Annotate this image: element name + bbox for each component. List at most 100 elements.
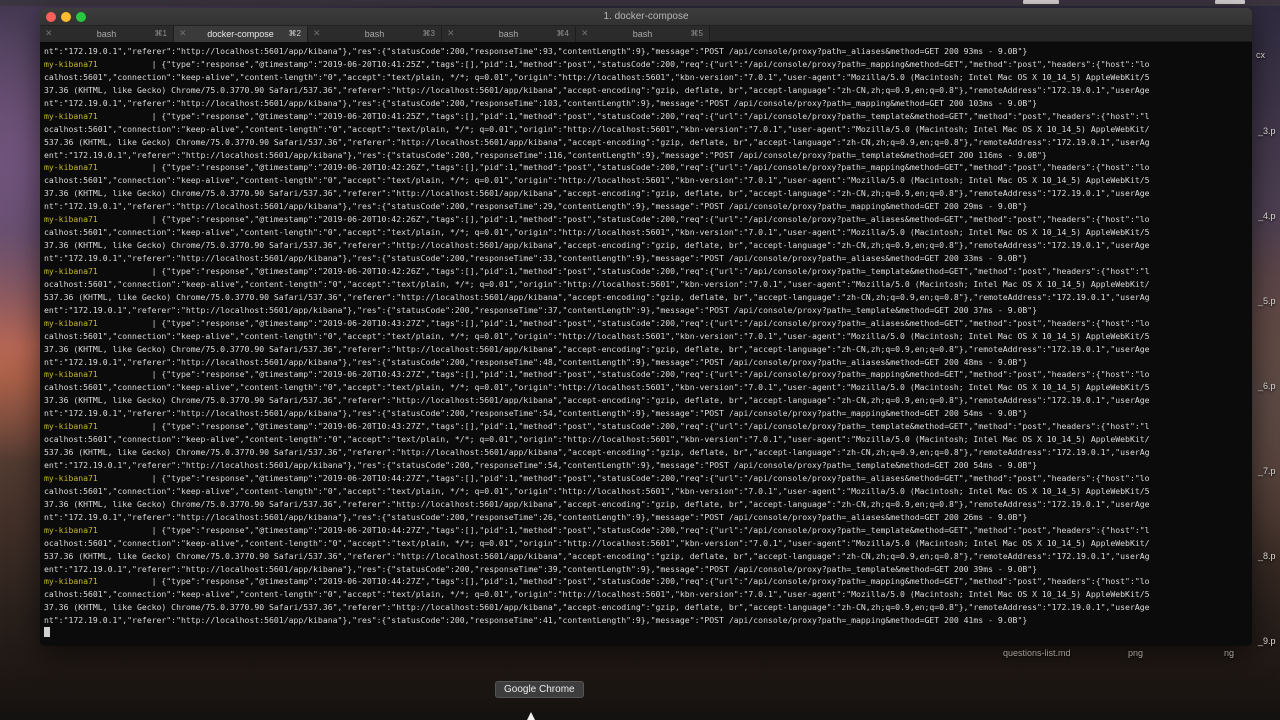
log-text: nt":"172.19.0.1","referer":"http://local… bbox=[44, 253, 1028, 263]
desktop-file-label[interactable]: _8.p bbox=[1258, 551, 1276, 561]
tab-label: bash bbox=[498, 29, 519, 39]
log-line: 37.36 (KHTML, like Gecko) Chrome/75.0.37… bbox=[44, 187, 1250, 200]
log-line: nt":"172.19.0.1","referer":"http://local… bbox=[44, 614, 1250, 627]
desktop-file-label[interactable]: _6.p bbox=[1258, 381, 1276, 391]
log-text: ocalhost:5601","connection":"keep-alive"… bbox=[44, 537, 1150, 548]
service-name: my-kibana71 bbox=[44, 265, 98, 276]
text-cursor bbox=[44, 627, 50, 638]
tab-docker-compose[interactable]: ✕ docker-compose ⌘2 bbox=[174, 26, 308, 42]
service-name: my-kibana71 bbox=[44, 214, 98, 225]
service-name: my-kibana71 bbox=[44, 576, 98, 587]
log-line: nt":"172.19.0.1","referer":"http://local… bbox=[44, 252, 1250, 265]
log-line: my-kibana71 | {"type":"response","@times… bbox=[44, 58, 1250, 71]
log-line: 37.36 (KHTML, like Gecko) Chrome/75.0.37… bbox=[44, 343, 1250, 356]
dock[interactable] bbox=[0, 712, 1280, 720]
menu-bar-item[interactable] bbox=[1023, 0, 1059, 4]
log-line: ocalhost:5601","connection":"keep-alive"… bbox=[44, 433, 1250, 446]
log-line: 537.36 (KHTML, like Gecko) Chrome/75.0.3… bbox=[44, 550, 1250, 563]
desktop-file-label[interactable]: _7.p bbox=[1258, 466, 1276, 476]
tab-bar: ✕ bash ⌘1 ✕ docker-compose ⌘2 ✕ bash ⌘3 … bbox=[40, 26, 1252, 42]
menu-bar-item[interactable] bbox=[1215, 0, 1245, 4]
tab-shortcut: ⌘4 bbox=[556, 29, 569, 38]
log-line: calhost:5601","connection":"keep-alive",… bbox=[44, 485, 1250, 498]
log-text: ent":"172.19.0.1","referer":"http://loca… bbox=[44, 304, 1038, 315]
log-text: ent":"172.19.0.1","referer":"http://loca… bbox=[44, 149, 1047, 160]
log-text: | {"type":"response","@timestamp":"2019-… bbox=[97, 110, 1150, 121]
log-line: my-kibana71 | {"type":"response","@times… bbox=[44, 368, 1250, 381]
log-text: 37.36 (KHTML, like Gecko) Chrome/75.0.37… bbox=[44, 498, 1150, 509]
log-text: | {"type":"response","@timestamp":"2019-… bbox=[97, 421, 1150, 432]
log-text: 537.36 (KHTML, like Gecko) Chrome/75.0.3… bbox=[44, 550, 1150, 561]
log-line: calhost:5601","connection":"keep-alive",… bbox=[44, 330, 1250, 343]
terminal-output[interactable]: nt":"172.19.0.1","referer":"http://local… bbox=[44, 45, 1250, 646]
log-text: | {"type":"response","@timestamp":"2019-… bbox=[97, 214, 1150, 225]
log-text: ent":"172.19.0.1","referer":"http://loca… bbox=[44, 563, 1038, 574]
log-line: 537.36 (KHTML, like Gecko) Chrome/75.0.3… bbox=[44, 446, 1250, 459]
log-text: nt":"172.19.0.1","referer":"http://local… bbox=[44, 201, 1028, 212]
tab-bash-3[interactable]: ✕ bash ⌘3 bbox=[308, 26, 442, 42]
log-line: nt":"172.19.0.1","referer":"http://local… bbox=[44, 356, 1250, 369]
tab-bash-1[interactable]: ✕ bash ⌘1 bbox=[40, 26, 174, 42]
prompt-line[interactable] bbox=[44, 627, 1250, 640]
service-name: my-kibana71 bbox=[44, 317, 98, 328]
log-text: calhost:5601","connection":"keep-alive",… bbox=[44, 227, 1150, 238]
log-text: | {"type":"response","@timestamp":"2019-… bbox=[97, 265, 1150, 276]
log-line: ocalhost:5601","connection":"keep-alive"… bbox=[44, 278, 1250, 291]
tab-label: bash bbox=[632, 29, 653, 39]
log-line: 37.36 (KHTML, like Gecko) Chrome/75.0.37… bbox=[44, 84, 1250, 97]
log-text: calhost:5601","connection":"keep-alive",… bbox=[44, 382, 1150, 393]
service-name: my-kibana71 bbox=[44, 472, 98, 483]
log-text: | {"type":"response","@timestamp":"2019-… bbox=[97, 162, 1150, 173]
log-line: 37.36 (KHTML, like Gecko) Chrome/75.0.37… bbox=[44, 239, 1250, 252]
log-line: nt":"172.19.0.1","referer":"http://local… bbox=[44, 45, 1250, 58]
log-text: calhost:5601","connection":"keep-alive",… bbox=[44, 330, 1150, 341]
desktop-file-label[interactable]: _9.p bbox=[1258, 636, 1276, 646]
window-title: 1. docker-compose bbox=[603, 11, 689, 22]
tab-bash-5[interactable]: ✕ bash ⌘5 bbox=[576, 26, 710, 42]
log-line: my-kibana71 | {"type":"response","@times… bbox=[44, 265, 1250, 278]
desktop-file-label[interactable]: _4.p bbox=[1258, 211, 1276, 221]
dock-tooltip: Google Chrome bbox=[495, 681, 584, 698]
desktop-file-label[interactable]: _5.p bbox=[1258, 296, 1276, 306]
service-name: my-kibana71 bbox=[44, 524, 98, 535]
log-text: nt":"172.19.0.1","referer":"http://local… bbox=[44, 97, 1038, 108]
log-line: ent":"172.19.0.1","referer":"http://loca… bbox=[44, 459, 1250, 472]
log-line: ent":"172.19.0.1","referer":"http://loca… bbox=[44, 563, 1250, 576]
tab-shortcut: ⌘3 bbox=[422, 29, 435, 38]
log-line: calhost:5601","connection":"keep-alive",… bbox=[44, 588, 1250, 601]
log-line: 37.36 (KHTML, like Gecko) Chrome/75.0.37… bbox=[44, 601, 1250, 614]
log-text: calhost:5601","connection":"keep-alive",… bbox=[44, 589, 1150, 600]
log-text: | {"type":"response","@timestamp":"2019-… bbox=[97, 472, 1150, 483]
desktop-file-label[interactable]: png bbox=[1128, 648, 1143, 658]
log-line: ent":"172.19.0.1","referer":"http://loca… bbox=[44, 149, 1250, 162]
desktop-file-label[interactable]: _3.p bbox=[1258, 126, 1276, 136]
log-text: 37.36 (KHTML, like Gecko) Chrome/75.0.37… bbox=[44, 395, 1150, 406]
log-line: my-kibana71 | {"type":"response","@times… bbox=[44, 524, 1250, 537]
log-text: | {"type":"response","@timestamp":"2019-… bbox=[97, 524, 1150, 535]
log-text: ocalhost:5601","connection":"keep-alive"… bbox=[44, 123, 1150, 134]
log-line: nt":"172.19.0.1","referer":"http://local… bbox=[44, 97, 1250, 110]
log-line: ocalhost:5601","connection":"keep-alive"… bbox=[44, 123, 1250, 136]
tab-shortcut: ⌘1 bbox=[154, 29, 167, 38]
title-bar[interactable]: 1. docker-compose bbox=[40, 8, 1252, 26]
log-line: 537.36 (KHTML, like Gecko) Chrome/75.0.3… bbox=[44, 136, 1250, 149]
log-line: 37.36 (KHTML, like Gecko) Chrome/75.0.37… bbox=[44, 498, 1250, 511]
log-text: ocalhost:5601","connection":"keep-alive"… bbox=[44, 278, 1150, 289]
log-text: nt":"172.19.0.1","referer":"http://local… bbox=[44, 46, 1028, 56]
desktop-file-label[interactable]: cx bbox=[1256, 50, 1265, 60]
desktop-file-label[interactable]: questions-list.md bbox=[1003, 648, 1071, 658]
log-text: nt":"172.19.0.1","referer":"http://local… bbox=[44, 511, 1028, 522]
log-line: calhost:5601","connection":"keep-alive",… bbox=[44, 71, 1250, 84]
tab-shortcut: ⌘2 bbox=[288, 29, 301, 38]
log-line: nt":"172.19.0.1","referer":"http://local… bbox=[44, 407, 1250, 420]
log-text: 37.36 (KHTML, like Gecko) Chrome/75.0.37… bbox=[44, 343, 1150, 354]
log-text: 37.36 (KHTML, like Gecko) Chrome/75.0.37… bbox=[44, 602, 1150, 613]
tab-label: bash bbox=[96, 29, 117, 39]
service-name: my-kibana71 bbox=[44, 110, 98, 121]
tab-label: bash bbox=[364, 29, 385, 39]
desktop-file-label[interactable]: ng bbox=[1224, 648, 1234, 658]
tab-bash-4[interactable]: ✕ bash ⌘4 bbox=[442, 26, 576, 42]
log-text: ocalhost:5601","connection":"keep-alive"… bbox=[44, 434, 1150, 445]
log-text: calhost:5601","connection":"keep-alive",… bbox=[44, 485, 1150, 496]
log-text: 37.36 (KHTML, like Gecko) Chrome/75.0.37… bbox=[44, 188, 1150, 199]
